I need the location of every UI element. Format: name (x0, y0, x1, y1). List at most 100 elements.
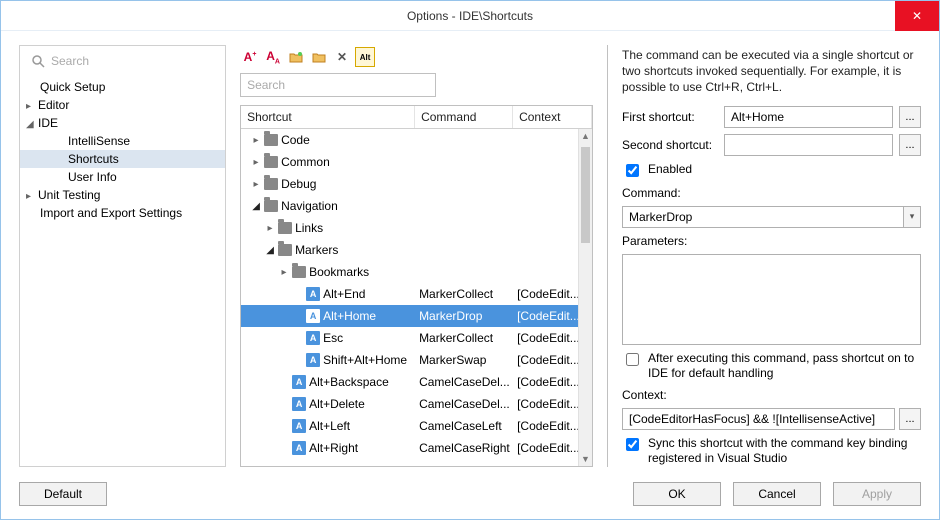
rename-button[interactable] (309, 47, 329, 67)
shortcut-row[interactable]: AAlt+EndMarkerCollect[CodeEdit... (241, 283, 592, 305)
new-shortcut-button[interactable]: A+ (240, 47, 260, 67)
row-label: Alt+Left (309, 419, 350, 433)
row-command: CamelCaseRight (419, 441, 517, 455)
context-browse[interactable]: ... (899, 408, 921, 430)
folder-icon (264, 134, 278, 146)
enabled-checkbox[interactable] (626, 164, 639, 177)
enabled-row: Enabled (622, 162, 921, 180)
nav-item-ide[interactable]: ◢IDE (20, 114, 225, 132)
folder-icon (292, 266, 306, 278)
shortcut-row[interactable]: AAlt+BackspaceCamelCaseDel...[CodeEdit..… (241, 371, 592, 393)
pass-checkbox[interactable] (626, 353, 639, 366)
shortcut-grid: Shortcut Command Context ▸Code▸Common▸De… (240, 105, 593, 467)
tree-expand-open-icon[interactable]: ◢ (251, 201, 261, 212)
row-command: CamelCaseDel... (419, 375, 517, 389)
sync-checkbox[interactable] (626, 438, 639, 451)
tree-expand-closed-icon[interactable]: ▸ (265, 223, 275, 234)
tree-folder[interactable]: ▸ Debug (241, 173, 592, 195)
apply-button[interactable]: Apply (833, 482, 921, 506)
nav-item-user-info[interactable]: User Info (20, 168, 225, 186)
shortcut-row[interactable]: AShift+Alt+HomeMarkerSwap[CodeEdit... (241, 349, 592, 371)
row-label: Code (281, 133, 310, 147)
nav-item-unit-testing[interactable]: ▸Unit Testing (20, 186, 225, 204)
tree-expand-closed-icon[interactable]: ▸ (251, 157, 261, 168)
row-label: Alt+Delete (309, 397, 365, 411)
tree-folder[interactable]: ▸Links (241, 217, 592, 239)
nav-item-editor[interactable]: ▸Editor (20, 96, 225, 114)
window-title: Options - IDE\Shortcuts (407, 9, 533, 23)
shortcut-row[interactable]: AAlt+HomeMarkerDrop[CodeEdit... (241, 305, 592, 327)
command-input[interactable] (622, 206, 903, 228)
nav-item-intellisense[interactable]: IntelliSense (20, 132, 225, 150)
shortcut-icon: A (292, 375, 306, 389)
row-label: Alt+Home (323, 309, 376, 323)
toolbar: A+ AA ✕ Alt (240, 45, 593, 73)
row-command: CamelCaseLeft (419, 419, 517, 433)
first-shortcut-label: First shortcut: (622, 110, 718, 124)
tree-expand-open-icon[interactable]: ◢ (265, 245, 275, 256)
shortcut-row[interactable]: AAlt+LeftCamelCaseLeft[CodeEdit... (241, 415, 592, 437)
command-label: Command: (622, 186, 921, 200)
col-command[interactable]: Command (415, 106, 513, 128)
tree-folder[interactable]: ▸Bookmarks (241, 261, 592, 283)
close-button[interactable]: ✕ (895, 1, 939, 31)
context-row: ... (622, 408, 921, 430)
parameters-input[interactable] (622, 254, 921, 345)
tree-expand-closed-icon[interactable]: ▸ (279, 267, 289, 278)
nav-search-input[interactable] (49, 53, 214, 69)
command-select[interactable]: ▾ (622, 206, 921, 228)
shortcut-search-input[interactable] (240, 73, 436, 97)
folder-icon (264, 178, 278, 190)
options-window: Options - IDE\Shortcuts ✕ Quick Setup▸Ed… (0, 0, 940, 520)
first-shortcut-row: First shortcut: ... (622, 106, 921, 128)
scroll-thumb[interactable] (581, 147, 590, 243)
nav-item-label: Unit Testing (38, 188, 100, 202)
scroll-up-icon[interactable]: ▲ (579, 129, 592, 143)
scrollbar[interactable]: ▲ ▼ (578, 129, 592, 466)
nav-item-import-and-export-settings[interactable]: Import and Export Settings (20, 204, 225, 222)
tree-folder[interactable]: ▸ Code (241, 129, 592, 151)
search-icon (31, 54, 45, 68)
parameters-label: Parameters: (622, 234, 921, 248)
shortcut-icon: A (306, 287, 320, 301)
shortcut-row[interactable]: AEscMarkerCollect[CodeEdit... (241, 327, 592, 349)
second-shortcut-browse[interactable]: ... (899, 134, 921, 156)
cancel-button[interactable]: Cancel (733, 482, 821, 506)
tree-expand-closed-icon[interactable]: ▸ (251, 179, 261, 190)
nav-item-label: IntelliSense (68, 134, 130, 148)
ok-button[interactable]: OK (633, 482, 721, 506)
second-shortcut-input[interactable] (724, 134, 893, 156)
tree-expand-closed-icon[interactable]: ▸ (251, 135, 261, 146)
chevron-down-icon[interactable]: ▾ (903, 206, 921, 228)
tree-folder[interactable]: ▸Common (241, 151, 592, 173)
content-area: Quick Setup▸Editor◢IDEIntelliSenseShortc… (1, 31, 939, 467)
footer: Default OK Cancel Apply (1, 467, 939, 519)
shortcut-row[interactable]: AAlt+RightCamelCaseRight[CodeEdit... (241, 437, 592, 459)
col-shortcut[interactable]: Shortcut (241, 106, 415, 128)
pass-label: After executing this command, pass short… (648, 351, 921, 382)
duplicate-shortcut-button[interactable]: AA (263, 47, 283, 67)
nav-item-shortcuts[interactable]: Shortcuts (20, 150, 225, 168)
context-input[interactable] (622, 408, 895, 430)
default-button[interactable]: Default (19, 482, 107, 506)
shortcut-row[interactable]: AAlt+DeleteCamelCaseDel...[CodeEdit... (241, 393, 592, 415)
first-shortcut-browse[interactable]: ... (899, 106, 921, 128)
sync-label: Sync this shortcut with the command key … (648, 436, 921, 467)
tree-folder[interactable]: ◢Navigation (241, 195, 592, 217)
second-shortcut-label: Second shortcut: (622, 138, 718, 152)
nav-item-label: Editor (38, 98, 69, 112)
nav-item-quick-setup[interactable]: Quick Setup (20, 78, 225, 96)
expand-closed-icon: ▸ (26, 191, 38, 202)
row-label: Alt+End (323, 287, 365, 301)
tree-folder[interactable]: ◢Markers (241, 239, 592, 261)
scroll-down-icon[interactable]: ▼ (579, 452, 592, 466)
row-label: Debug (281, 177, 316, 191)
nav-search[interactable] (24, 50, 221, 72)
col-context[interactable]: Context (513, 106, 592, 128)
new-folder-button[interactable] (286, 47, 306, 67)
delete-button[interactable]: ✕ (332, 47, 352, 67)
first-shortcut-input[interactable] (724, 106, 893, 128)
close-icon: ✕ (912, 9, 922, 23)
row-command: MarkerCollect (419, 287, 517, 301)
alt-filter-button[interactable]: Alt (355, 47, 375, 67)
